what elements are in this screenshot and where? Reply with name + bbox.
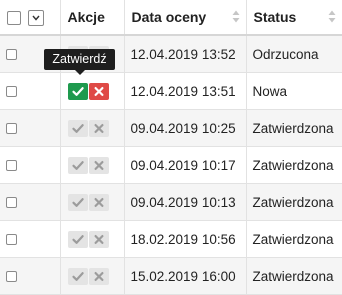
reject-button[interactable] (88, 156, 109, 174)
row-actions-cell (60, 109, 125, 147)
reject-button[interactable] (88, 82, 109, 100)
close-icon (94, 123, 103, 133)
approve-button[interactable] (67, 230, 88, 248)
selection-menu-button[interactable] (28, 9, 44, 26)
chevron-down-icon (32, 15, 40, 21)
table-body: 12.04.2019 13:52 Odrzucona 12.04.2019 13:5… (0, 35, 342, 295)
table-row[interactable]: 09.04.2019 10:25 Zatwierdzona (0, 109, 342, 147)
row-date-cell: 12.04.2019 13:52 (124, 35, 247, 73)
close-icon (94, 160, 103, 170)
row-select-cell (0, 109, 61, 147)
approve-button[interactable] (67, 119, 88, 137)
select-all-checkbox[interactable] (7, 10, 21, 25)
row-checkbox[interactable] (6, 271, 17, 283)
row-status-cell: Zatwierdzona (246, 183, 342, 221)
row-date-cell: 12.04.2019 13:51 (124, 72, 247, 110)
rating-status: Odrzucona (252, 46, 319, 62)
status-header-label: Status (253, 9, 297, 25)
rating-date: 15.02.2019 16:00 (130, 268, 236, 284)
close-icon (94, 271, 103, 281)
sort-icon[interactable] (232, 10, 240, 23)
check-icon (71, 197, 84, 207)
check-icon (71, 123, 84, 133)
check-icon (71, 160, 84, 170)
check-icon (71, 271, 84, 281)
row-status-cell: Zatwierdzona (246, 220, 342, 258)
table-row[interactable]: 09.04.2019 10:17 Zatwierdzona (0, 146, 342, 184)
tooltip-text: Zatwierdź (52, 52, 107, 66)
row-select-cell (0, 72, 61, 110)
reject-button[interactable] (88, 119, 109, 137)
reject-button[interactable] (88, 193, 109, 211)
row-select-cell (0, 183, 61, 221)
row-date-cell: 09.04.2019 10:13 (124, 183, 247, 221)
check-icon (71, 234, 84, 244)
row-date-cell: 15.02.2019 16:00 (124, 257, 247, 295)
table-row[interactable]: 12.04.2019 13:51 Nowa (0, 72, 342, 110)
rating-date: 12.04.2019 13:51 (130, 83, 236, 99)
table-row[interactable]: 15.02.2019 16:00 Zatwierdzona (0, 257, 342, 295)
reject-button[interactable] (88, 230, 109, 248)
row-actions-cell (60, 220, 125, 258)
rating-status: Zatwierdzona (252, 194, 334, 210)
date-header[interactable]: Data oceny (124, 0, 247, 36)
row-actions-cell (60, 183, 125, 221)
rating-status: Zatwierdzona (252, 120, 334, 136)
actions-header: Akcje (60, 0, 125, 36)
row-actions-cell (60, 72, 125, 110)
check-icon (71, 86, 84, 96)
row-checkbox[interactable] (6, 197, 17, 209)
close-icon (94, 86, 103, 96)
reject-button[interactable] (88, 267, 109, 285)
approve-tooltip: Zatwierdź (44, 49, 115, 75)
row-checkbox[interactable] (6, 123, 17, 135)
approve-button[interactable] (67, 193, 88, 211)
row-checkbox[interactable] (6, 49, 17, 61)
row-date-cell: 09.04.2019 10:17 (124, 146, 247, 184)
row-checkbox[interactable] (6, 160, 17, 172)
row-status-cell: Nowa (246, 72, 342, 110)
table-row[interactable]: 09.04.2019 10:13 Zatwierdzona (0, 183, 342, 221)
row-checkbox[interactable] (6, 86, 17, 98)
approve-button[interactable] (67, 267, 88, 285)
row-status-cell: Zatwierdzona (246, 257, 342, 295)
row-status-cell: Odrzucona (246, 35, 342, 73)
rating-status: Zatwierdzona (252, 268, 334, 284)
rating-status: Zatwierdzona (252, 231, 334, 247)
row-date-cell: 09.04.2019 10:25 (124, 109, 247, 147)
status-header[interactable]: Status (246, 0, 342, 36)
ratings-table: Akcje Data oceny Status 12.04.2019 13:52… (0, 0, 342, 295)
select-header (0, 0, 61, 36)
rating-date: 18.02.2019 10:56 (130, 231, 236, 247)
close-icon (94, 197, 103, 207)
rating-status: Nowa (252, 83, 288, 99)
row-status-cell: Zatwierdzona (246, 146, 342, 184)
row-select-cell (0, 257, 61, 295)
sort-icon[interactable] (328, 10, 336, 23)
table-row[interactable]: 18.02.2019 10:56 Zatwierdzona (0, 220, 342, 258)
row-select-cell (0, 220, 61, 258)
rating-status: Zatwierdzona (252, 157, 334, 173)
rating-date: 09.04.2019 10:25 (130, 120, 236, 136)
table-header-row: Akcje Data oceny Status (0, 0, 342, 36)
row-status-cell: Zatwierdzona (246, 109, 342, 147)
actions-header-label: Akcje (67, 9, 105, 25)
approve-button[interactable] (67, 82, 88, 100)
date-header-label: Data oceny (131, 9, 207, 25)
row-select-cell (0, 146, 61, 184)
row-date-cell: 18.02.2019 10:56 (124, 220, 247, 258)
close-icon (94, 234, 103, 244)
rating-date: 12.04.2019 13:52 (130, 46, 236, 62)
row-actions-cell (60, 146, 125, 184)
tooltip-arrow (75, 70, 85, 75)
rating-date: 09.04.2019 10:13 (130, 194, 236, 210)
row-checkbox[interactable] (6, 234, 17, 246)
rating-date: 09.04.2019 10:17 (130, 157, 236, 173)
approve-button[interactable] (67, 156, 88, 174)
row-actions-cell (60, 257, 125, 295)
